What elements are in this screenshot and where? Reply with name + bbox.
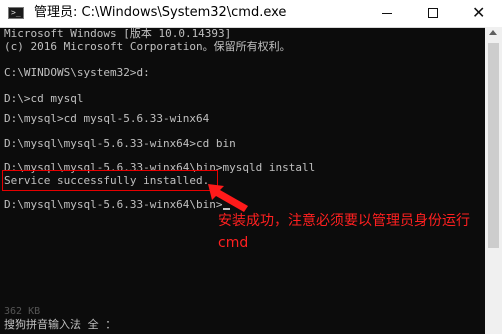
maximize-button[interactable]	[410, 0, 456, 27]
minimize-icon	[382, 13, 392, 14]
close-button[interactable]: ✕	[456, 0, 502, 27]
maximize-icon	[428, 8, 438, 18]
console-line: C:\WINDOWS\system32>d:	[4, 66, 150, 79]
vertical-scrollbar[interactable]	[485, 27, 502, 334]
prompt-glyph: >_	[11, 8, 21, 17]
console-line: D:\mysql>cd mysql-5.6.33-winx64	[4, 112, 210, 125]
cmd-window: >_ 管理员: C:\Windows\System32\cmd.exe ✕ Mi…	[0, 0, 502, 334]
console-prompt-line: D:\mysql\mysql-5.6.33-winx64\bin>	[4, 198, 230, 211]
close-icon: ✕	[472, 3, 486, 22]
console-line: (c) 2016 Microsoft Corporation。保留所有权利。	[4, 40, 291, 53]
console-line: Microsoft Windows [版本 10.0.14393]	[4, 27, 232, 40]
window-title: 管理员: C:\Windows\System32\cmd.exe	[34, 5, 287, 20]
annotation-text: 安装成功，注意必须要以管理员身份运行cmd	[218, 213, 470, 251]
console-line: D:\>cd mysql	[4, 92, 84, 105]
title-bar[interactable]: >_ 管理员: C:\Windows\System32\cmd.exe ✕	[0, 0, 502, 28]
console-line: D:\mysql\mysql-5.6.33-winx64>cd bin	[4, 137, 236, 150]
console-prompt: D:\mysql\mysql-5.6.33-winx64\bin>	[4, 198, 223, 211]
ime-ghost-text: 362 KB	[4, 306, 41, 317]
scroll-up-icon[interactable]	[489, 30, 497, 35]
scroll-thumb[interactable]	[488, 43, 499, 248]
cmd-prompt-icon: >_	[8, 7, 24, 19]
ime-status: 搜狗拼音输入法 全 ：	[4, 318, 117, 331]
minimize-button[interactable]	[364, 0, 410, 27]
success-highlight-box	[2, 170, 218, 191]
